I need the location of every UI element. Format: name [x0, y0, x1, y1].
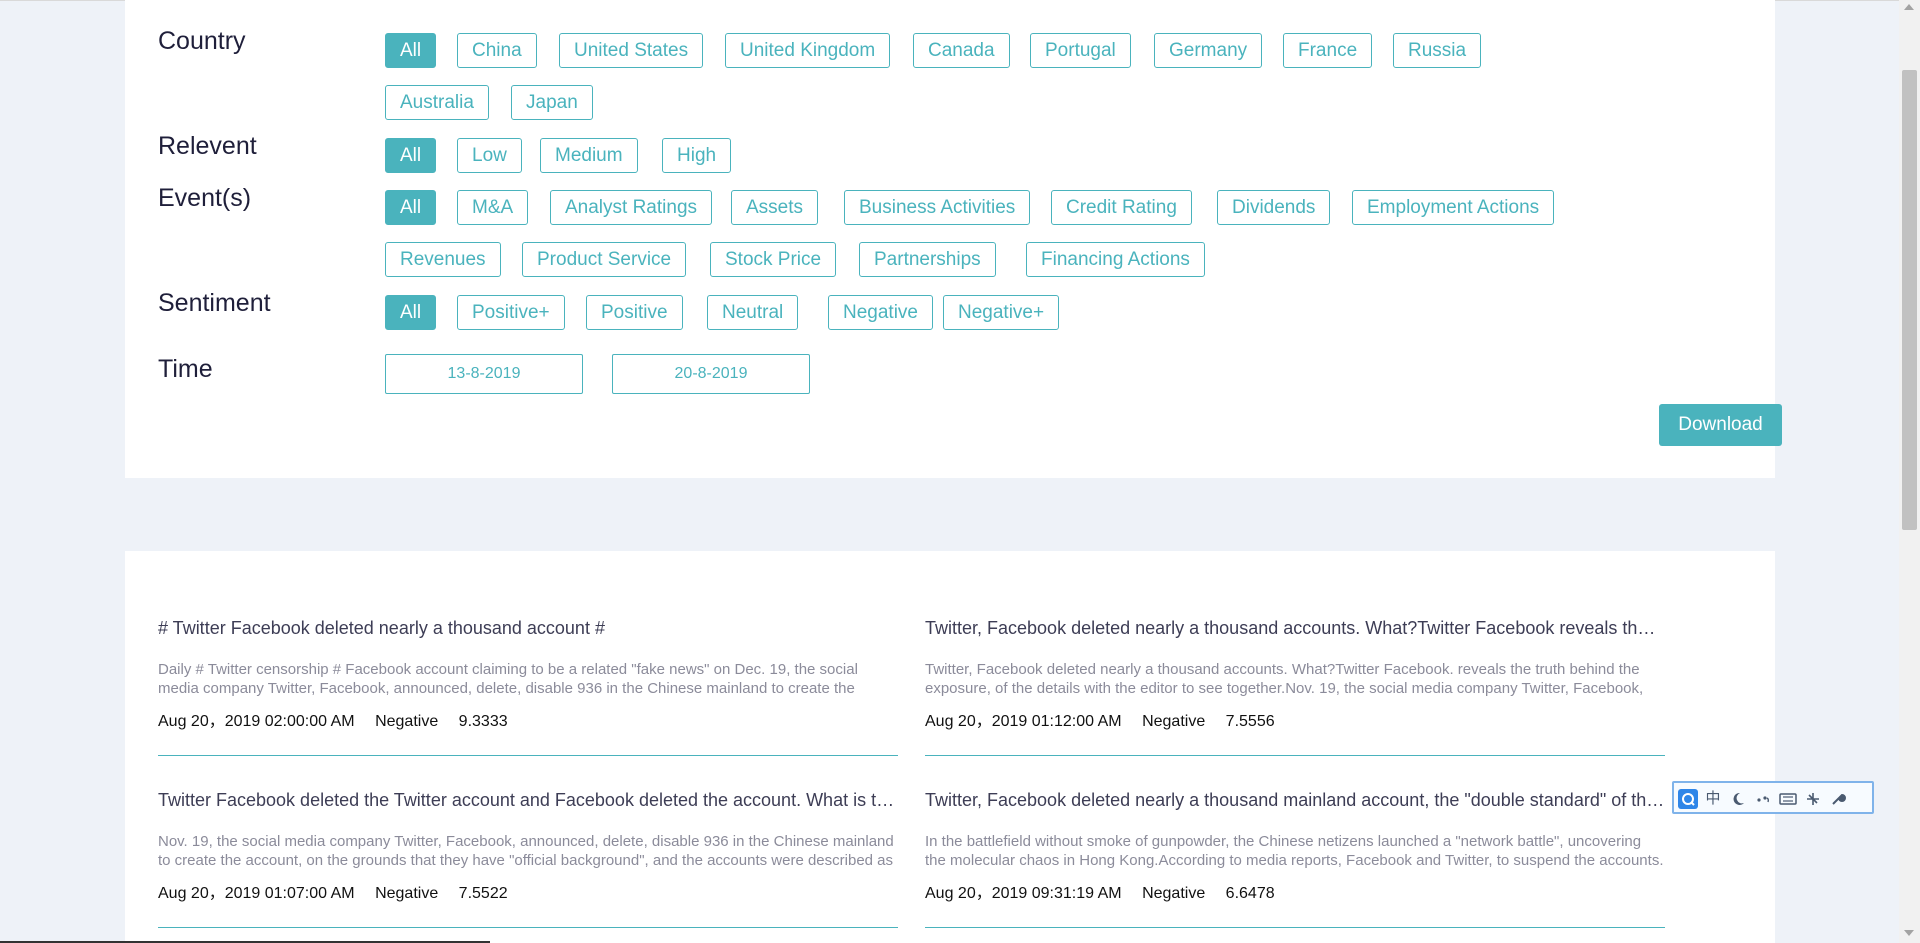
country-chip-united-states[interactable]: United States [559, 33, 704, 68]
result-divider [925, 927, 1665, 928]
result-date: Aug 20，2019 09:31:19 AM [925, 885, 1122, 902]
result-card[interactable]: Twitter, Facebook deleted nearly a thous… [925, 723, 1665, 928]
country-chip-france[interactable]: France [1283, 33, 1373, 68]
event-chip-credit-rating[interactable]: Credit Rating [1051, 190, 1192, 225]
scroll-up-arrow-icon[interactable] [1904, 4, 1914, 10]
result-score: 6.6478 [1225, 885, 1275, 902]
results-panel: # Twitter Facebook deleted nearly a thou… [125, 551, 1775, 943]
event-chip-analyst-ratings[interactable]: Analyst Ratings [550, 190, 713, 225]
result-snippet: Nov. 19, the social media company Twitte… [158, 833, 894, 869]
settings-icon[interactable] [1803, 789, 1823, 809]
result-sentiment: Negative [1142, 885, 1206, 902]
filter-panel: Country All China United States United K… [125, 0, 1782, 478]
event-chip-all[interactable]: All [385, 190, 437, 225]
ime-toolbar[interactable]: 中 [1672, 781, 1874, 814]
sentiment-chip-positive-plus[interactable]: Positive+ [457, 295, 565, 330]
result-meta: Aug 20，2019 09:31:19 AM Negative 6.6478 [925, 879, 1291, 903]
country-chip-canada[interactable]: Canada [913, 33, 1010, 68]
moon-icon[interactable] [1728, 789, 1748, 809]
result-date: Aug 20，2019 01:07:00 AM [158, 885, 355, 902]
sentiment-chip-all[interactable]: All [385, 295, 437, 330]
event-chip-assets[interactable]: Assets [731, 190, 819, 225]
result-sentiment: Negative [375, 885, 439, 902]
sentiment-chip-neutral[interactable]: Neutral [707, 295, 799, 330]
result-title[interactable]: Twitter, Facebook deleted nearly a thous… [925, 618, 1665, 639]
result-score: 7.5522 [458, 885, 508, 902]
scroll-down-arrow-icon[interactable] [1904, 930, 1914, 936]
sentiment-chip-negative-plus[interactable]: Negative+ [943, 295, 1060, 330]
sentiment-chip-negative[interactable]: Negative [828, 295, 933, 330]
event-chip-stock-price[interactable]: Stock Price [710, 242, 837, 277]
country-chip-australia[interactable]: Australia [385, 85, 489, 120]
keyboard-icon[interactable] [1778, 789, 1798, 809]
relevent-chip-all[interactable]: All [385, 138, 437, 173]
relevent-chip-high[interactable]: High [662, 138, 732, 173]
relevent-chip-low[interactable]: Low [457, 138, 522, 173]
event-chip-dividends[interactable]: Dividends [1217, 190, 1331, 225]
relevent-label: Relevent [158, 132, 257, 160]
country-chip-germany[interactable]: Germany [1154, 33, 1263, 68]
chinese-mode-icon[interactable]: 中 [1703, 789, 1723, 809]
wrench-icon[interactable] [1828, 789, 1848, 809]
event-chip-partnerships[interactable]: Partnerships [859, 242, 996, 277]
result-card[interactable]: Twitter, Facebook deleted nearly a thous… [925, 551, 1665, 756]
result-snippet: In the battlefield without smoke of gunp… [925, 833, 1664, 869]
start-date-input[interactable]: 13-8-2019 [385, 354, 583, 394]
result-card[interactable]: Twitter Facebook deleted the Twitter acc… [158, 723, 898, 928]
scrollbar-thumb[interactable] [1902, 70, 1917, 530]
sentiment-label: Sentiment [158, 289, 271, 317]
country-chip-japan[interactable]: Japan [511, 85, 593, 120]
download-button[interactable]: Download [1659, 404, 1782, 446]
result-title[interactable]: # Twitter Facebook deleted nearly a thou… [158, 618, 898, 639]
event-chip-m-and-a[interactable]: M&A [457, 190, 529, 225]
event-chip-product-service[interactable]: Product Service [522, 242, 687, 277]
end-date-input[interactable]: 20-8-2019 [612, 354, 810, 394]
country-chip-united-kingdom[interactable]: United Kingdom [725, 33, 891, 68]
result-divider [158, 927, 898, 928]
ime-logo-icon[interactable] [1678, 789, 1698, 809]
result-snippet: Daily # Twitter censorship # Facebook ac… [158, 661, 858, 697]
time-label: Time [158, 355, 213, 383]
country-chip-china[interactable]: China [457, 33, 537, 68]
country-chip-russia[interactable]: Russia [1393, 33, 1482, 68]
event-chip-business-activities[interactable]: Business Activities [844, 190, 1031, 225]
event-chip-employment-actions[interactable]: Employment Actions [1352, 190, 1555, 225]
result-snippet: Twitter, Facebook deleted nearly a thous… [925, 661, 1644, 697]
result-title[interactable]: Twitter, Facebook deleted nearly a thous… [925, 790, 1665, 811]
country-chip-portugal[interactable]: Portugal [1030, 33, 1131, 68]
result-card[interactable]: # Twitter Facebook deleted nearly a thou… [158, 551, 898, 756]
punctuation-icon[interactable] [1753, 789, 1773, 809]
sentiment-chip-positive[interactable]: Positive [586, 295, 683, 330]
relevent-chip-medium[interactable]: Medium [540, 138, 638, 173]
result-title[interactable]: Twitter Facebook deleted the Twitter acc… [158, 790, 898, 811]
country-label: Country [158, 27, 246, 55]
event-chip-revenues[interactable]: Revenues [385, 242, 501, 277]
country-chip-all[interactable]: All [385, 33, 437, 68]
event-chip-financing-actions[interactable]: Financing Actions [1026, 242, 1205, 277]
result-meta: Aug 20，2019 01:07:00 AM Negative 7.5522 [158, 879, 524, 903]
events-label: Event(s) [158, 184, 252, 212]
